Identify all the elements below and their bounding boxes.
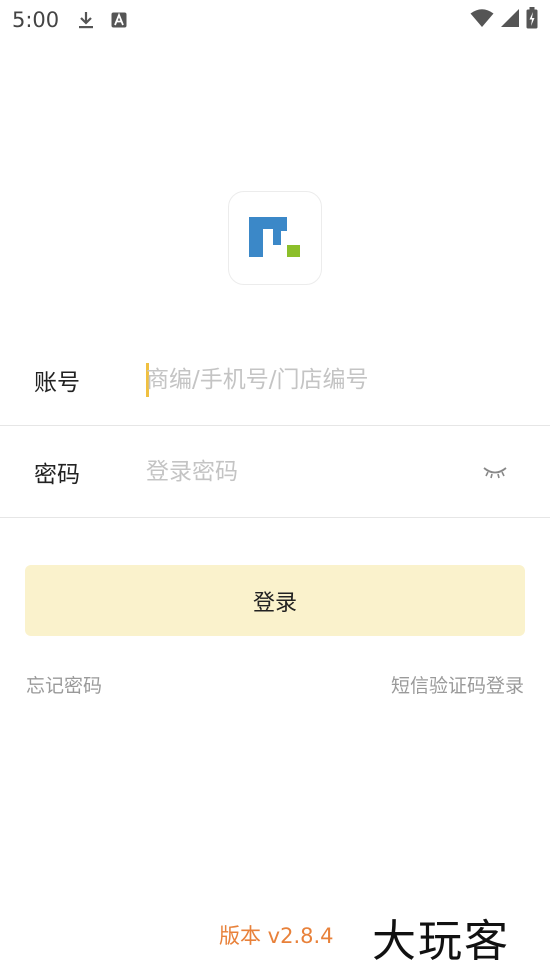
login-button[interactable]: 登录 <box>25 565 525 636</box>
eye-closed-icon[interactable] <box>480 457 510 487</box>
watermark: 大玩客 <box>372 916 510 967</box>
forgot-password-link[interactable]: 忘记密码 <box>26 671 102 698</box>
password-label: 密码 <box>34 461 80 488</box>
account-row: 账号 <box>0 334 550 426</box>
status-right-group <box>470 7 538 33</box>
login-screen: 5:00 账号 商编/手机号/门店编号 密码 登录 忘记密码 短信验证码登录 版… <box>0 0 550 979</box>
status-bar: 5:00 <box>0 0 550 40</box>
account-input[interactable] <box>146 359 476 400</box>
signal-icon <box>500 8 520 32</box>
logo-mark-icon <box>249 217 300 257</box>
wifi-icon <box>470 8 494 32</box>
a-letter-icon <box>111 12 127 28</box>
status-time: 5:00 <box>12 8 60 32</box>
battery-icon <box>526 7 538 33</box>
password-row: 密码 <box>0 426 550 518</box>
account-label: 账号 <box>34 369 80 396</box>
password-input[interactable] <box>146 451 476 492</box>
sms-login-link[interactable]: 短信验证码登录 <box>391 671 524 698</box>
download-icon <box>77 10 95 30</box>
app-logo <box>228 191 322 285</box>
version-label: 版本 v2.8.4 <box>219 924 334 948</box>
